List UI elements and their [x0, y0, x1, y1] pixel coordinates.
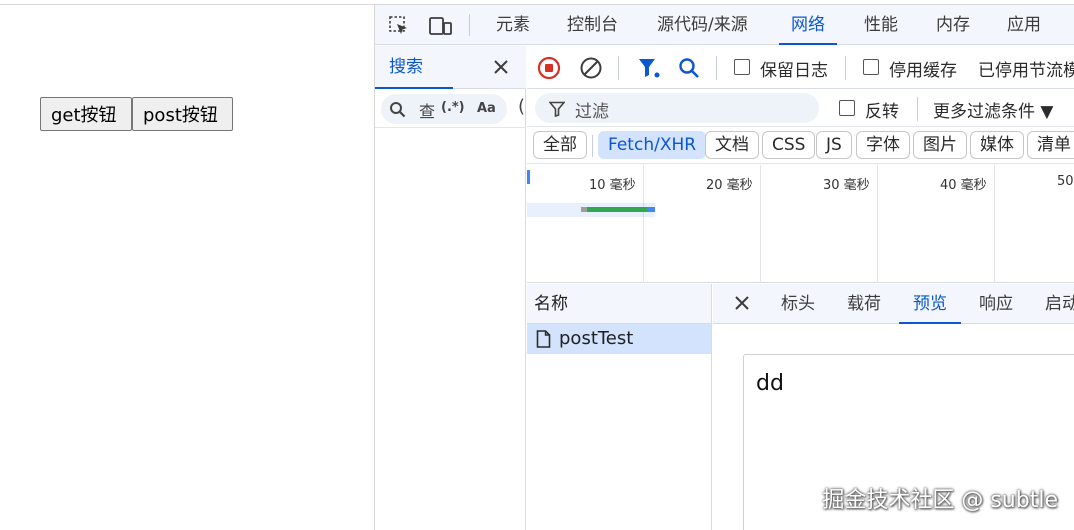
funnel-icon [548, 101, 566, 121]
filter-chip-manifest[interactable]: 清单 [1027, 131, 1074, 159]
toolbar-divider [618, 56, 619, 80]
search-panel-header: 搜索 [375, 46, 526, 89]
timeline-tick: 10 毫秒 [589, 178, 636, 193]
overview-marker [527, 170, 530, 184]
search-icon[interactable] [677, 56, 701, 80]
toolbar-divider [917, 97, 918, 121]
filter-icon[interactable] [637, 56, 661, 80]
search-icon [389, 101, 406, 122]
regex-toggle[interactable]: (.*) [441, 100, 465, 115]
match-case-toggle[interactable]: Aa [477, 101, 496, 116]
search-row: 查 (.*) Aa ( [375, 90, 526, 128]
preserve-log-label: 保留日志 [760, 61, 828, 81]
filter-chip-fetch-xhr[interactable]: Fetch/XHR [598, 131, 707, 159]
grid-line [877, 165, 878, 283]
preserve-log-checkbox[interactable] [734, 59, 750, 75]
close-icon[interactable] [491, 57, 511, 77]
filter-chip-media[interactable]: 媒体 [970, 131, 1024, 159]
record-stop-icon[interactable] [537, 56, 561, 80]
request-name: postTest [559, 328, 634, 349]
detail-tabbar: 标头 载荷 预览 响应 启动 [713, 284, 1074, 324]
tab-elements[interactable]: 元素 [496, 5, 530, 45]
request-row[interactable]: postTest [527, 324, 711, 354]
tab-console[interactable]: 控制台 [567, 5, 618, 45]
post-button[interactable]: post按钮 [132, 97, 233, 131]
clear-icon[interactable] [579, 56, 603, 80]
grid-line [994, 165, 995, 283]
search-input[interactable]: 查 (.*) Aa [381, 94, 507, 124]
grid-line [643, 165, 644, 283]
filter-chip-img[interactable]: 图片 [913, 131, 967, 159]
tab-memory[interactable]: 内存 [936, 5, 970, 45]
timeline-tick: 30 毫秒 [823, 178, 870, 193]
timeline-tick: 20 毫秒 [706, 178, 753, 193]
throttling-select[interactable]: 已停用节流模 [978, 56, 1074, 81]
timeline-tick: 40 毫秒 [940, 178, 987, 193]
search-overflow-glyph: ( [518, 96, 526, 117]
column-header-name[interactable]: 名称 [527, 284, 711, 324]
devtools-panel: 元素 控制台 源代码/来源 网络 性能 内存 应用 搜索 查 (.*) Aa ( [374, 5, 1074, 530]
network-panel: 保留日志 停用缓存 已停用节流模 过滤 反转 更多过滤条件 ▼ 全部 Fetch… [527, 46, 1074, 530]
filter-chip-all[interactable]: 全部 [533, 131, 587, 159]
invert-checkbox[interactable] [839, 100, 855, 116]
search-panel: 搜索 查 (.*) Aa ( [375, 46, 526, 530]
filter-chip-font[interactable]: 字体 [856, 131, 910, 159]
filter-chip-doc[interactable]: 文档 [705, 131, 759, 159]
close-icon[interactable] [733, 294, 751, 316]
filter-input[interactable]: 过滤 [535, 93, 819, 123]
filter-chip-css[interactable]: CSS [762, 131, 816, 159]
watermark: 掘金技术社区 @ subtle [822, 488, 1058, 513]
tab-headers[interactable]: 标头 [781, 284, 815, 324]
invert-label: 反转 [865, 102, 899, 122]
device-toggle-icon[interactable] [429, 14, 453, 38]
inspect-element-icon[interactable] [387, 14, 411, 38]
document-icon [536, 330, 551, 348]
network-overview-timeline[interactable]: 10 毫秒 20 毫秒 30 毫秒 40 毫秒 50 [527, 165, 1074, 283]
toolbar-divider [845, 56, 846, 80]
toolbar-divider [592, 135, 593, 157]
more-filters-dropdown[interactable]: 更多过滤条件 ▼ [933, 97, 1053, 122]
request-list: 名称 postTest [527, 284, 712, 530]
tab-search[interactable]: 搜索 [375, 46, 453, 89]
resource-type-filters: 全部 Fetch/XHR 文档 CSS JS 字体 图片 媒体 清单 [527, 128, 1074, 164]
tab-initiator[interactable]: 启动 [1045, 284, 1074, 324]
grid-line [760, 165, 761, 283]
tab-sources[interactable]: 源代码/来源 [657, 5, 748, 45]
search-input-value: 查 [419, 102, 436, 121]
get-button[interactable]: get按钮 [40, 97, 132, 131]
filter-placeholder: 过滤 [575, 102, 609, 122]
devtools-tabbar: 元素 控制台 源代码/来源 网络 性能 内存 应用 [375, 5, 1074, 45]
filter-row: 过滤 反转 更多过滤条件 ▼ [527, 90, 1074, 127]
request-bar-waiting [587, 207, 647, 212]
disable-cache-checkbox[interactable] [863, 59, 879, 75]
preview-text: dd [756, 371, 784, 396]
tab-application[interactable]: 应用 [1007, 5, 1041, 45]
filter-chip-js[interactable]: JS [816, 131, 852, 159]
web-page: get按钮 post按钮 [0, 5, 374, 530]
tab-response[interactable]: 响应 [979, 284, 1013, 324]
tab-network[interactable]: 网络 [779, 5, 837, 45]
timeline-tick: 50 [1057, 174, 1074, 189]
request-bar-download [647, 207, 655, 212]
toolbar-divider [469, 14, 470, 36]
tab-performance[interactable]: 性能 [864, 5, 898, 45]
tab-preview[interactable]: 预览 [899, 284, 961, 324]
disable-cache-label: 停用缓存 [889, 61, 957, 81]
toolbar-divider [716, 56, 717, 80]
network-toolbar: 保留日志 停用缓存 已停用节流模 [527, 46, 1074, 89]
tab-payload[interactable]: 载荷 [847, 284, 881, 324]
